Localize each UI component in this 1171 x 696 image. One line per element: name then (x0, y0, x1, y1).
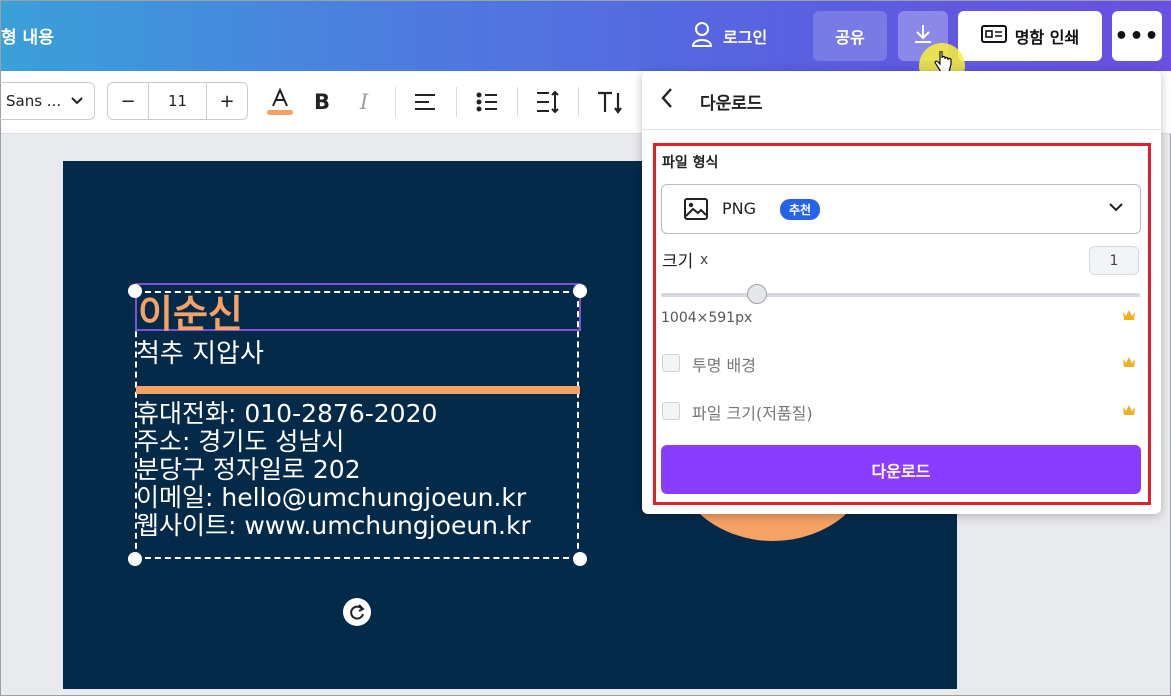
file-type-dropdown[interactable]: PNG 추천 (661, 184, 1141, 234)
decrease-font-size-button[interactable]: − (108, 83, 149, 119)
login-label: 로그인 (723, 28, 768, 47)
card-icon (980, 24, 1007, 48)
download-submit-button[interactable]: 다운로드 (661, 445, 1141, 494)
crown-icon (1122, 309, 1136, 325)
panel-header: 다운로드 (642, 71, 1161, 130)
dimensions-text: 1004×591px (661, 310, 753, 326)
document-title[interactable]: 형 내용 (1, 23, 54, 48)
font-family-dropdown[interactable]: Sans ... (0, 82, 95, 120)
download-panel: 다운로드 파일 형식 PNG 추천 크기 x 1 1004×591px 투명 배… (642, 71, 1161, 514)
file-type-label: 파일 형식 (662, 155, 719, 171)
contact-line: 분당구 정자일로 202 (136, 455, 361, 484)
bold-icon[interactable]: B (309, 87, 335, 117)
contact-line: 휴대전화: 010-2876-2020 (136, 399, 438, 428)
print-label: 명함 인쇄 (1014, 28, 1080, 47)
font-name: Sans ... (6, 92, 62, 110)
line-spacing-icon[interactable] (534, 87, 562, 117)
back-arrow-icon[interactable] (660, 87, 674, 115)
contact-line: 주소: 경기도 성남시 (136, 427, 345, 456)
size-slider[interactable] (661, 293, 1140, 297)
user-icon (691, 21, 713, 51)
chevron-down-icon (70, 92, 84, 110)
accent-bar (136, 386, 580, 394)
transparent-bg-label: 투명 배경 (692, 356, 756, 375)
transparent-bg-checkbox[interactable] (662, 354, 680, 372)
file-type-value: PNG (722, 199, 757, 218)
toolbar-divider (517, 87, 518, 117)
size-multiplier-label: x (700, 252, 709, 268)
toolbar-divider (456, 87, 457, 117)
size-label: 크기 (662, 252, 694, 272)
card-name[interactable]: 이순신 (138, 283, 243, 338)
more-options-button[interactable]: ••• (1112, 11, 1162, 61)
rotate-icon[interactable] (343, 598, 371, 626)
font-size-stepper: − 11 + (107, 82, 248, 120)
crown-icon (1122, 404, 1136, 420)
size-slider-thumb[interactable] (746, 284, 767, 304)
text-color-icon[interactable] (265, 87, 295, 117)
resize-handle[interactable] (573, 284, 587, 298)
resize-handle[interactable] (128, 552, 142, 566)
contact-line: 웹사이트: www.umchungjoeun.kr (136, 511, 531, 540)
contact-line: 이메일: hello@umchungjoeun.kr (136, 483, 527, 512)
login-button[interactable]: 로그인 (691, 19, 767, 53)
card-job-title[interactable]: 척추 지압사 (136, 333, 264, 370)
align-left-icon[interactable] (411, 87, 439, 117)
font-size-input[interactable]: 11 (149, 83, 206, 119)
share-button[interactable]: 공유 (813, 11, 887, 61)
contact-info[interactable]: 휴대전화: 010-2876-2020 주소: 경기도 성남시 분당구 정자일로… (136, 400, 531, 540)
panel-title: 다운로드 (700, 94, 763, 114)
editor-header: 형 내용 로그인 공유 명함 인쇄 ••• (1, 1, 1171, 71)
text-resize-icon[interactable] (595, 87, 625, 117)
chevron-down-icon (1108, 197, 1124, 218)
file-size-checkbox[interactable] (662, 402, 680, 420)
size-input[interactable]: 1 (1089, 246, 1139, 275)
toolbar-divider (395, 87, 396, 117)
bullet-list-icon[interactable] (473, 87, 501, 117)
resize-handle[interactable] (573, 552, 587, 566)
image-icon (684, 198, 708, 224)
print-business-card-button[interactable]: 명함 인쇄 (958, 11, 1102, 61)
increase-font-size-button[interactable]: + (206, 83, 247, 119)
toolbar-divider (578, 87, 579, 117)
recommended-badge: 추천 (780, 199, 821, 220)
italic-icon[interactable]: I (351, 87, 377, 117)
file-size-label: 파일 크기(저품질) (692, 404, 813, 423)
crown-icon (1122, 356, 1136, 372)
